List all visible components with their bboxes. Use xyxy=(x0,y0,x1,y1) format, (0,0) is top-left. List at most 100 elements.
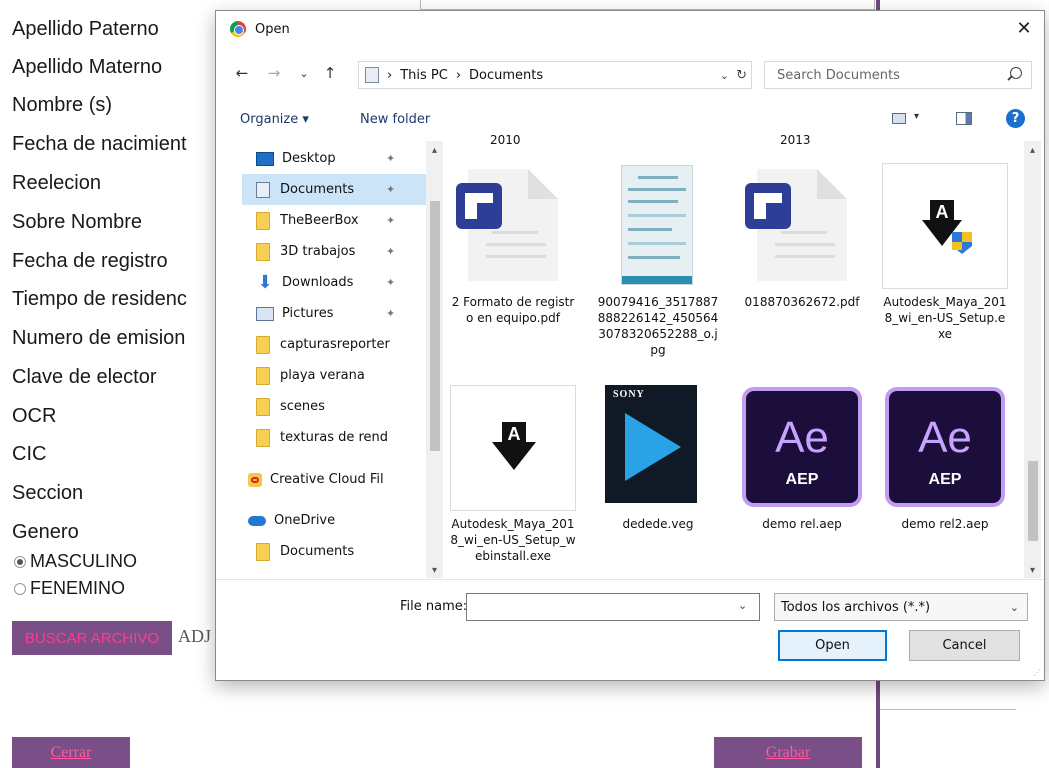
back-arrow-icon[interactable]: ← xyxy=(232,64,252,82)
pin-icon: ✦ xyxy=(386,214,396,227)
search-icon[interactable] xyxy=(1010,67,1022,79)
file-name: dedede.veg xyxy=(622,517,694,531)
refresh-icon[interactable]: ↻ xyxy=(736,68,747,83)
file-name: Autodesk_Maya_2018_wi_en-US_Setup_webins… xyxy=(450,517,576,563)
label-ocr: OCR xyxy=(12,405,57,427)
search-input[interactable]: Search Documents xyxy=(764,61,1032,89)
dialog-title: Open xyxy=(255,21,290,37)
sidebar-item-desktop[interactable]: Desktop ✦ xyxy=(242,143,426,174)
folder-icon xyxy=(256,542,270,561)
sidebar-item-label: Documents xyxy=(280,544,355,559)
label-apellido-materno: Apellido Materno xyxy=(12,56,163,78)
view-dropdown-icon[interactable]: ▾ xyxy=(914,111,919,122)
navigation-scrollbar[interactable]: ▴ ▾ xyxy=(426,141,443,578)
label-tiempo-residencia: Tiempo de residenc xyxy=(12,288,187,310)
file-item[interactable]: A Autodesk_Maya_2018_wi_en-US_Setup_webi… xyxy=(450,385,576,564)
svg-text:A: A xyxy=(936,202,949,222)
breadcrumb-this-pc[interactable]: This PC xyxy=(400,68,448,83)
dialog-titlebar: Open ✕ xyxy=(216,11,1044,47)
forward-arrow-icon[interactable]: → xyxy=(264,64,284,82)
recent-locations-chevron-icon[interactable]: ⌄ xyxy=(294,67,314,80)
pin-icon: ✦ xyxy=(386,183,396,196)
file-item[interactable]: 90079416_3517887888226142_45056430783206… xyxy=(595,163,721,358)
preview-pane-icon[interactable] xyxy=(956,112,972,125)
label-genero: Genero xyxy=(12,521,79,543)
file-name-label: File name: xyxy=(400,599,468,614)
file-item[interactable]: Ae AEP demo rel2.aep xyxy=(882,385,1008,532)
pin-icon: ✦ xyxy=(386,307,396,320)
resize-grip-icon[interactable]: ⋰ xyxy=(1033,668,1041,677)
file-name-dropdown-icon[interactable]: ⌄ xyxy=(738,599,747,612)
radio-femenino[interactable]: FENEMINO xyxy=(14,578,125,599)
file-type-select[interactable]: Todos los archivos (*.*) ⌄ xyxy=(774,593,1028,621)
sidebar-item-capturasreporter[interactable]: capturasreporter xyxy=(242,329,426,360)
documents-icon xyxy=(256,181,270,198)
navigation-pane: Desktop ✦ Documents ✦ TheBeerBox ✦ 3D tr… xyxy=(242,141,426,578)
label-seccion: Seccion xyxy=(12,482,84,504)
scrollbar-thumb[interactable] xyxy=(1028,461,1038,541)
sidebar-item-3d-trabajos[interactable]: 3D trabajos ✦ xyxy=(242,236,426,267)
radio-masculino[interactable]: MASCULINO xyxy=(14,551,137,572)
scroll-up-icon[interactable]: ▴ xyxy=(1024,145,1041,156)
sidebar-item-thebeerbox[interactable]: TheBeerBox ✦ xyxy=(242,205,426,236)
desktop-icon xyxy=(256,151,274,166)
after-effects-icon: Ae AEP xyxy=(739,385,865,511)
folder-icon xyxy=(256,397,270,416)
sidebar-item-label: playa verana xyxy=(280,368,365,383)
cerrar-button[interactable]: Cerrar xyxy=(12,737,130,768)
vegas-file-icon: SONY xyxy=(595,385,721,511)
sidebar-item-label: TheBeerBox xyxy=(280,213,359,228)
file-type-value: Todos los archivos (*.*) xyxy=(781,599,931,615)
sidebar-item-label: Creative Cloud Fil xyxy=(270,472,384,487)
up-arrow-icon[interactable]: ↑ xyxy=(320,64,340,82)
open-file-dialog: Open ✕ ← → ⌄ ↑ › This PC › Documents ⌄ ↻… xyxy=(215,10,1045,681)
organize-menu-button[interactable]: Organize ▾ xyxy=(240,112,309,127)
sidebar-item-pictures[interactable]: Pictures ✦ xyxy=(242,298,426,329)
folder-icon xyxy=(256,211,270,230)
aep-label: AEP xyxy=(928,471,962,488)
label-numero-emision: Numero de emision xyxy=(12,327,186,349)
file-item[interactable]: Ae AEP demo rel.aep xyxy=(739,385,865,532)
close-icon[interactable]: ✕ xyxy=(1012,17,1036,41)
installer-shield-icon: A xyxy=(882,163,1008,289)
file-item[interactable]: SONY dedede.veg xyxy=(595,385,721,532)
address-bar[interactable]: › This PC › Documents ⌄ ↻ xyxy=(358,61,752,89)
file-list-scrollbar[interactable]: ▴ ▾ xyxy=(1024,141,1041,578)
breadcrumb-documents[interactable]: Documents xyxy=(469,68,543,83)
scroll-down-icon[interactable]: ▾ xyxy=(1024,565,1041,576)
pictures-icon xyxy=(256,306,274,321)
file-item[interactable]: 2 Formato de registro en equipo.pdf xyxy=(450,163,576,326)
new-folder-button[interactable]: New folder xyxy=(360,112,430,127)
sidebar-item-texturas[interactable]: texturas de rend xyxy=(242,422,426,453)
address-dropdown-icon[interactable]: ⌄ xyxy=(720,69,729,82)
onedrive-icon xyxy=(248,515,266,526)
sidebar-item-creative-cloud[interactable]: Creative Cloud Fil xyxy=(242,464,426,495)
image-file-thumbnail xyxy=(595,163,721,289)
buscar-archivo-button[interactable]: BUSCAR ARCHIVO xyxy=(12,621,172,655)
cancel-button[interactable]: Cancel xyxy=(909,630,1020,661)
sidebar-item-downloads[interactable]: ⬇ Downloads ✦ xyxy=(242,267,426,298)
help-icon[interactable]: ? xyxy=(1006,109,1025,128)
sidebar-item-scenes[interactable]: scenes xyxy=(242,391,426,422)
sidebar-item-onedrive-documents[interactable]: Documents xyxy=(242,536,426,567)
sidebar-item-label: Downloads xyxy=(282,275,354,290)
view-options-icon[interactable] xyxy=(892,113,906,124)
label-apellido-paterno: Apellido Paterno xyxy=(12,18,159,40)
sony-logo: SONY xyxy=(613,389,645,400)
sidebar-item-onedrive[interactable]: OneDrive xyxy=(242,505,426,536)
scroll-down-icon[interactable]: ▾ xyxy=(426,565,443,576)
grabar-button[interactable]: Grabar xyxy=(714,737,862,768)
sidebar-item-playa-verana[interactable]: playa verana xyxy=(242,360,426,391)
radio-button-checked[interactable] xyxy=(14,555,26,568)
breadcrumb-separator: › xyxy=(455,67,462,83)
file-item[interactable]: A Autodesk_Maya_2018_wi_en-US_Setup.exe xyxy=(882,163,1008,342)
scrollbar-thumb[interactable] xyxy=(430,201,440,451)
sidebar-item-documents[interactable]: Documents ✦ xyxy=(242,174,426,205)
file-item[interactable]: 018870362672.pdf xyxy=(739,163,865,310)
radio-button[interactable] xyxy=(14,582,26,595)
scroll-up-icon[interactable]: ▴ xyxy=(426,145,443,156)
open-button[interactable]: Open xyxy=(778,630,887,661)
address-row: ← → ⌄ ↑ › This PC › Documents ⌄ ↻ Search… xyxy=(216,61,1044,89)
file-name-input[interactable] xyxy=(466,593,760,621)
folder-icon xyxy=(256,335,270,354)
